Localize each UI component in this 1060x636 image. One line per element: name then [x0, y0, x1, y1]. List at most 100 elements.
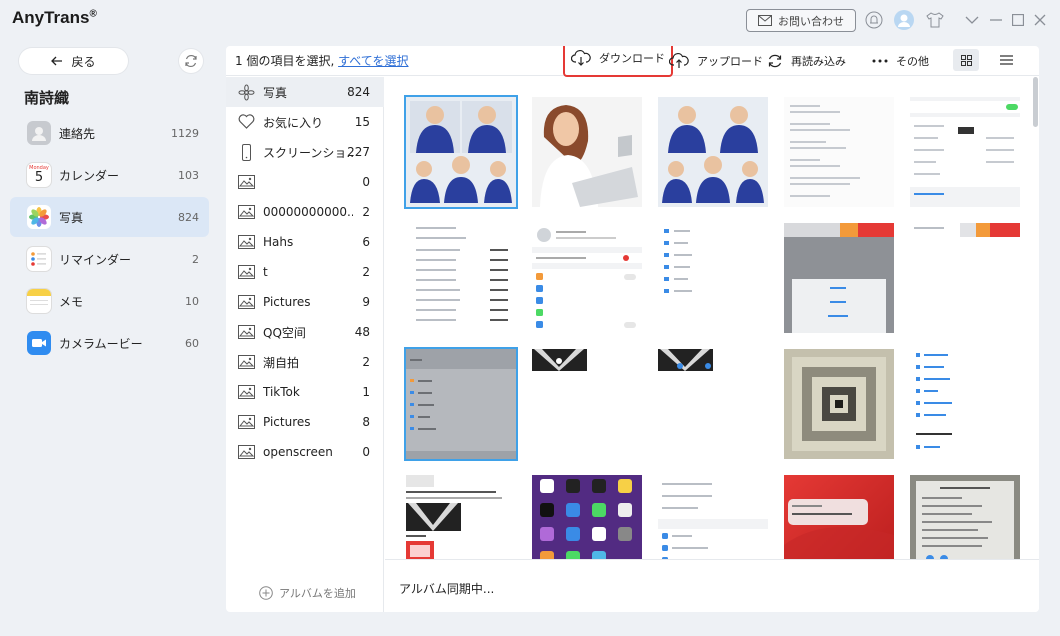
- skin-icon[interactable]: [925, 10, 945, 30]
- grid-view-button[interactable]: [953, 49, 979, 71]
- photo-thumbnail[interactable]: [532, 223, 642, 333]
- photo-thumbnail[interactable]: [404, 95, 518, 209]
- nav-label: リマインダー: [59, 252, 132, 267]
- album-count: 48: [354, 325, 370, 339]
- album-item[interactable]: 00000000000... 2: [226, 197, 384, 227]
- album-count: 0: [362, 445, 370, 459]
- nav-item-reminders[interactable]: リマインダー 2: [10, 239, 209, 279]
- album-item[interactable]: Pictures 9: [226, 287, 384, 317]
- list-view-button[interactable]: [993, 49, 1019, 71]
- nav-count: 60: [185, 336, 199, 350]
- photo-thumbnail[interactable]: [784, 475, 894, 559]
- photos-album-icon: [238, 84, 255, 101]
- contact-button[interactable]: お問い合わせ: [746, 9, 856, 32]
- photo-thumbnail[interactable]: [784, 97, 894, 207]
- main-panel: 1 個の項目を選択, すべてを選択 ダウンロード アップロード 再読み込み その…: [226, 46, 1039, 612]
- album-label: TikTok: [263, 385, 300, 399]
- album-count: 0: [362, 175, 370, 189]
- select-all-link[interactable]: すべてを選択: [338, 54, 408, 68]
- image-icon: [238, 414, 255, 429]
- reload-button[interactable]: 再読み込み: [767, 49, 846, 73]
- album-item[interactable]: 潮自拍 2: [226, 347, 384, 377]
- album-item[interactable]: Hahs 6: [226, 227, 384, 257]
- grid-icon: [960, 54, 972, 66]
- album-item[interactable]: QQ空间 48: [226, 317, 384, 347]
- heart-icon: [238, 114, 255, 129]
- photo-thumbnail[interactable]: [532, 97, 642, 207]
- selection-status: 1 個の項目を選択, すべてを選択: [235, 52, 409, 69]
- photo-thumbnail[interactable]: [910, 223, 1020, 333]
- photo-thumbnail[interactable]: [406, 475, 516, 559]
- photos-icon: [27, 205, 51, 229]
- album-list: 写真 824 お気に入り 15 スクリーンショ... 227 0 00000000000...…: [226, 77, 384, 612]
- image-icon: [238, 294, 255, 309]
- reminders-icon: [27, 247, 51, 271]
- image-icon: [238, 324, 255, 339]
- maximize-icon[interactable]: [1008, 10, 1028, 30]
- album-item[interactable]: スクリーンショ... 227: [226, 137, 384, 167]
- photo-thumbnail[interactable]: [784, 349, 894, 459]
- minimize-icon[interactable]: [986, 10, 1006, 30]
- photo-thumbnail[interactable]: [404, 347, 518, 461]
- album-label: 00000000000...: [263, 205, 353, 219]
- photo-thumbnail[interactable]: [910, 97, 1020, 207]
- add-album-button[interactable]: アルバムを追加: [259, 585, 356, 601]
- arrow-left-icon: [51, 56, 63, 66]
- cloud-upload-icon: [669, 53, 689, 68]
- close-icon[interactable]: [1030, 10, 1050, 30]
- avatar-icon[interactable]: [894, 10, 914, 30]
- notes-icon: [27, 289, 51, 313]
- photo-thumbnail[interactable]: [658, 475, 768, 559]
- back-button[interactable]: 戻る: [19, 48, 128, 74]
- app-name: AnyTrans®: [12, 8, 97, 27]
- back-label: 戻る: [71, 54, 96, 69]
- album-item[interactable]: Pictures 8: [226, 407, 384, 437]
- album-item[interactable]: 写真 824: [226, 77, 384, 107]
- photo-thumbnail[interactable]: [784, 223, 894, 333]
- album-item[interactable]: openscreen 0: [226, 437, 384, 467]
- more-button[interactable]: その他: [872, 49, 929, 73]
- photo-thumbnail[interactable]: [532, 349, 642, 459]
- album-count: 8: [362, 415, 370, 429]
- refresh-button[interactable]: [179, 49, 203, 73]
- nav-item-camera-movies[interactable]: カメラムービー 60: [10, 323, 209, 363]
- nav-item-calendar[interactable]: Monday 5 カレンダー 103: [10, 155, 209, 195]
- photo-thumbnail[interactable]: [910, 349, 1020, 459]
- download-label: ダウンロード: [599, 52, 665, 65]
- image-icon: [238, 264, 255, 279]
- upload-button[interactable]: アップロード: [669, 49, 763, 73]
- image-icon: [238, 354, 255, 369]
- album-count: 1: [362, 385, 370, 399]
- nav-item-notes[interactable]: メモ 10: [10, 281, 209, 321]
- photo-thumbnail[interactable]: [658, 223, 768, 333]
- album-count: 227: [347, 145, 370, 159]
- nav-item-contacts[interactable]: 連絡先 1129: [10, 113, 209, 153]
- photo-thumbnail[interactable]: [910, 475, 1020, 559]
- album-count: 2: [362, 265, 370, 279]
- photo-thumbnail[interactable]: [532, 475, 642, 559]
- album-count: 9: [362, 295, 370, 309]
- more-icon: [872, 59, 888, 63]
- album-item[interactable]: t2: [226, 257, 384, 287]
- photo-grid: [385, 77, 1031, 559]
- reload-label: 再読み込み: [791, 55, 846, 68]
- album-item[interactable]: TikTok 1: [226, 377, 384, 407]
- nav-label: 写真: [59, 210, 84, 225]
- image-icon: [238, 204, 255, 219]
- bell-icon[interactable]: [864, 10, 884, 30]
- refresh-icon: [185, 55, 197, 67]
- album-label: Pictures: [263, 415, 311, 429]
- album-label: スクリーンショ...: [263, 145, 353, 160]
- chevron-down-icon[interactable]: [962, 10, 982, 30]
- reload-icon: [768, 54, 782, 68]
- photo-thumbnail[interactable]: [658, 97, 768, 207]
- download-button[interactable]: ダウンロード: [563, 46, 673, 77]
- scrollbar[interactable]: [1033, 77, 1038, 127]
- nav-item-photos[interactable]: 写真 824: [10, 197, 209, 237]
- photo-thumbnail[interactable]: [658, 349, 768, 459]
- album-item[interactable]: お気に入り 15: [226, 107, 384, 137]
- photo-thumbnail[interactable]: [406, 223, 516, 333]
- album-item[interactable]: 0: [226, 167, 384, 197]
- nav-label: 連絡先: [59, 126, 96, 141]
- contacts-icon: [27, 121, 51, 145]
